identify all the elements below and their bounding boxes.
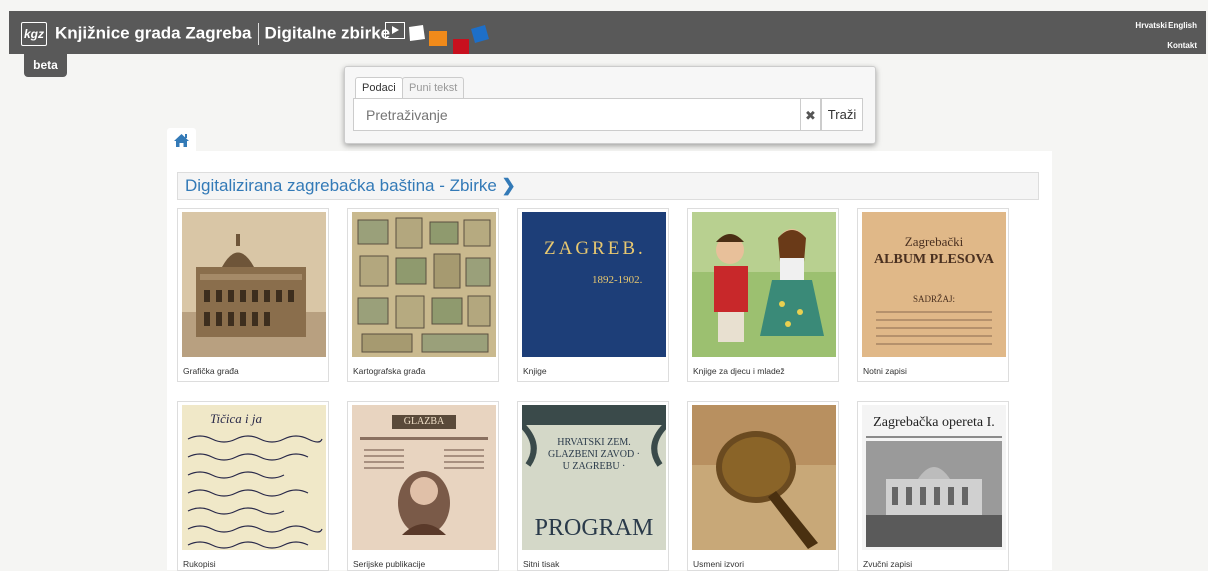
collection-label[interactable]: Zvučni zapisi (863, 559, 912, 569)
search-panel: Podaci Puni tekst ✖ Traži (344, 66, 876, 144)
thumbnail-caption: ZAGREB. (544, 238, 646, 259)
home-tab[interactable] (167, 128, 196, 152)
beta-badge: beta (24, 54, 67, 77)
collection-thumbnail[interactable] (692, 212, 836, 357)
play-icon (385, 22, 405, 39)
collection-thumbnail[interactable]: Tičica i ja (182, 405, 326, 550)
language-link-en[interactable]: English (1168, 21, 1197, 30)
collections-name[interactable]: Digitalne zbirke (265, 23, 391, 42)
collection-card-kartografska[interactable]: Kartografska građa (347, 208, 499, 382)
collection-label[interactable]: Usmeni izvori (693, 559, 744, 569)
collection-label[interactable]: Rukopisi (183, 559, 216, 569)
collection-thumbnail[interactable]: Zagrebački ALBUM PLESOVA SADRŽAJ: (862, 212, 1006, 357)
collection-thumbnail[interactable] (352, 212, 496, 357)
collection-label[interactable]: Serijske publikacije (353, 559, 425, 569)
chevron-right-icon: ❯ (501, 176, 516, 195)
search-input[interactable] (353, 98, 801, 131)
collection-card-serijske[interactable]: GLAZBA Serijske publikacije (347, 401, 499, 571)
title-divider (257, 23, 259, 45)
search-submit-button[interactable]: Traži (821, 98, 863, 131)
colored-squares-logo (409, 25, 489, 54)
thumbnail-caption-sub: PROGRAM (534, 515, 654, 541)
collection-card-graficka[interactable]: Grafička građa (177, 208, 329, 382)
clear-search-button[interactable]: ✖ (801, 98, 821, 131)
thumbnail-caption-sub: 1892-1902. (592, 274, 643, 286)
collection-label[interactable]: Knjige (523, 366, 547, 376)
language-link-hr[interactable]: Hrvatski (1135, 21, 1167, 30)
collection-card-zvucni[interactable]: Zagrebačka opereta I. Zvučni zapisi (857, 401, 1009, 571)
collection-card-djeca[interactable]: Knjige za djecu i mladež (687, 208, 839, 382)
collection-thumbnail[interactable]: GLAZBA (352, 405, 496, 550)
contact-link[interactable]: Kontakt (1167, 41, 1197, 50)
collection-card-notni[interactable]: Zagrebački ALBUM PLESOVA SADRŽAJ: Notni … (857, 208, 1009, 382)
collection-label[interactable]: Sitni tisak (523, 559, 559, 569)
collection-thumbnail[interactable] (182, 212, 326, 357)
collection-thumbnail[interactable]: Zagrebačka opereta I. (862, 405, 1006, 550)
collection-label[interactable]: Knjige za djecu i mladež (693, 366, 785, 376)
site-title[interactable]: Knjižnice grada Zagreba Digitalne zbirke (55, 23, 390, 45)
collection-card-rukopisi[interactable]: Tičica i ja Rukopisi (177, 401, 329, 571)
collection-card-usmeni[interactable]: Usmeni izvori (687, 401, 839, 571)
thumbnail-caption: HRVATSKI ZEM. GLAZBENI ZAVOD · U ZAGREBU… (547, 437, 641, 472)
collection-label[interactable]: Kartografska građa (353, 366, 425, 376)
collection-card-knjige[interactable]: ZAGREB. 1892-1902. Knjige (517, 208, 669, 382)
library-name[interactable]: Knjižnice grada Zagreba (55, 23, 252, 42)
collection-thumbnail[interactable]: HRVATSKI ZEM. GLAZBENI ZAVOD · U ZAGREBU… (522, 405, 666, 550)
top-header-bar: kgz Knjižnice grada Zagreba Digitalne zbi… (9, 11, 1206, 54)
tab-puni-tekst[interactable]: Puni tekst (402, 77, 465, 98)
collection-thumbnail[interactable] (692, 405, 836, 550)
collection-thumbnail[interactable]: ZAGREB. 1892-1902. (522, 212, 666, 357)
collection-card-sitni-tisak[interactable]: HRVATSKI ZEM. GLAZBENI ZAVOD · U ZAGREBU… (517, 401, 669, 571)
tab-podaci[interactable]: Podaci (355, 77, 403, 100)
kgz-logo[interactable]: kgz (21, 22, 47, 46)
section-title[interactable]: Digitalizirana zagrebačka baština - Zbir… (185, 176, 497, 195)
home-icon (174, 134, 189, 147)
collection-label[interactable]: Notni zapisi (863, 366, 907, 376)
collection-label[interactable]: Grafička građa (183, 366, 239, 376)
collections-section-header[interactable]: Digitalizirana zagrebačka baština - Zbir… (177, 172, 1039, 200)
